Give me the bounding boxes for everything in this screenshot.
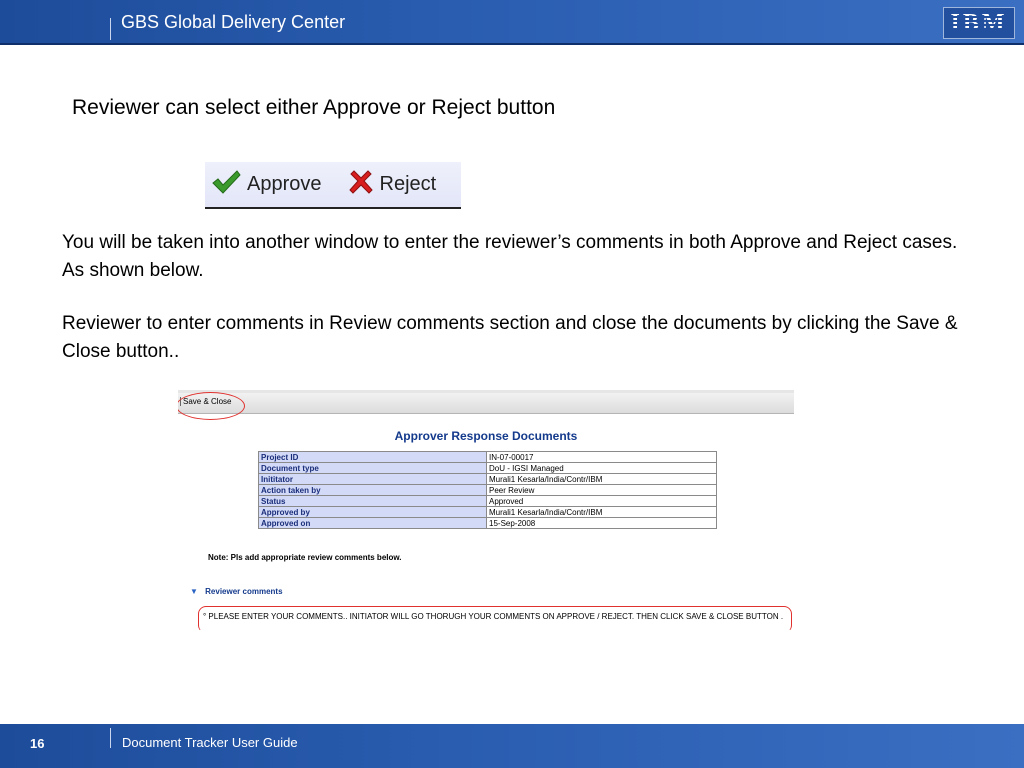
field-label: Document type <box>258 462 487 474</box>
footer-divider <box>110 728 111 748</box>
table-row: Project ID IN-07-00017 <box>258 451 717 463</box>
instruction-paragraph-2: Reviewer to enter comments in Review com… <box>62 313 958 362</box>
field-value: Peer Review <box>486 484 717 496</box>
highlight-ellipse <box>178 392 245 420</box>
document-title: Approver Response Documents <box>394 429 578 443</box>
ibm-logo: IBM <box>943 7 1015 39</box>
field-value: DoU - IGSI Managed <box>486 462 717 474</box>
triangle-down-icon: ▼ <box>190 587 198 596</box>
checkmark-icon <box>211 169 241 200</box>
approve-label: Approve <box>247 173 322 195</box>
header-title: GBS Global Delivery Center <box>121 12 346 32</box>
response-table: Project ID IN-07-00017 Document type DoU - … <box>258 451 717 529</box>
field-label: Inititator <box>258 473 487 485</box>
header-bar: GBS Global Delivery Center IBM <box>0 0 1024 45</box>
header-divider <box>110 18 111 40</box>
reviewer-comments-field[interactable]: ° PLEASE ENTER YOUR COMMENTS.. INITIATOR… <box>203 612 793 622</box>
field-value: IN-07-00017 <box>486 451 717 463</box>
x-icon <box>348 169 374 200</box>
page-number: 16 <box>30 736 45 751</box>
field-label: Approved on <box>258 517 487 529</box>
approve-reject-toolbar: Approve Reject <box>205 162 461 209</box>
field-label: Project ID <box>258 451 487 463</box>
reviewer-comments-section[interactable]: ▼ Reviewer comments <box>190 587 283 596</box>
field-value: Murali1 Kesarla/India/Contr/IBM <box>486 473 717 485</box>
embedded-screenshot: Save & Close Approver Response Documents… <box>178 390 794 630</box>
field-value: Murali1 Kesarla/India/Contr/IBM <box>486 506 717 518</box>
table-row: Document type DoU - IGSI Managed <box>258 462 717 474</box>
doc-toolbar: Save & Close <box>178 390 794 414</box>
guide-title: Document Tracker User Guide <box>122 735 298 750</box>
table-row: Inititator Murali1 Kesarla/India/Contr/IB… <box>258 473 717 485</box>
reject-label: Reject <box>379 173 437 195</box>
field-value: Approved <box>486 495 717 507</box>
table-row: Approved by Murali1 Kesarla/India/Contr/I… <box>258 506 717 518</box>
comments-note: Note: Pls add appropriate review comment… <box>208 553 402 562</box>
table-row: Action taken by Peer Review <box>258 484 717 496</box>
instruction-paragraph-1: You will be taken into another window to… <box>62 232 958 281</box>
table-row: Status Approved <box>258 495 717 507</box>
table-row: Approved on 15-Sep-2008 <box>258 517 717 529</box>
footer-bar: 16 Document Tracker User Guide <box>0 724 1024 768</box>
field-value: 15-Sep-2008 <box>486 517 717 529</box>
slide-heading: Reviewer can select either Approve or Re… <box>72 96 556 119</box>
field-label: Approved by <box>258 506 487 518</box>
reviewer-comments-label: Reviewer comments <box>205 587 283 596</box>
field-label: Status <box>258 495 487 507</box>
field-label: Action taken by <box>258 484 487 496</box>
reject-button[interactable]: Reject <box>348 162 437 207</box>
approve-button[interactable]: Approve <box>211 162 322 207</box>
